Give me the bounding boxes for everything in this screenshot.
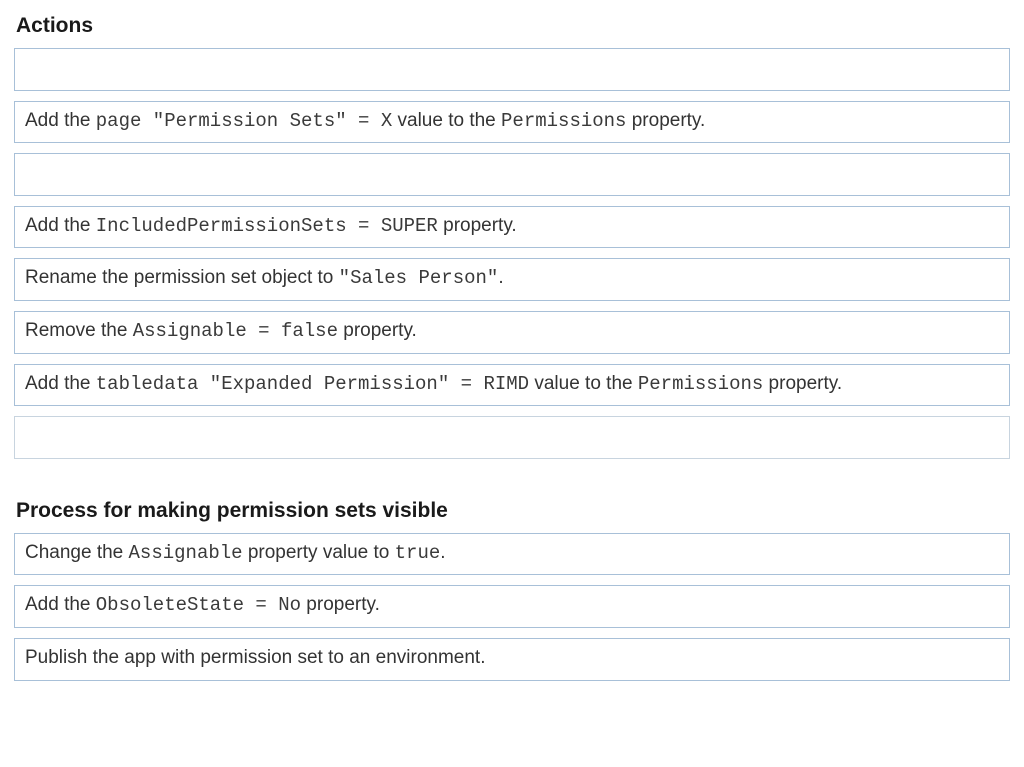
item-text: Add the tabledata "Expanded Permission" …: [25, 371, 842, 398]
item-text: Add the ObsoleteState = No property.: [25, 592, 380, 619]
process-item[interactable]: Publish the app with permission set to a…: [14, 638, 1010, 681]
actions-item[interactable]: Add the page "Permission Sets" = X value…: [14, 101, 1010, 144]
actions-heading: Actions: [16, 14, 1010, 38]
item-text: Publish the app with permission set to a…: [25, 645, 485, 672]
item-text: Rename the permission set object to "Sal…: [25, 265, 504, 292]
process-item[interactable]: Add the ObsoleteState = No property.: [14, 585, 1010, 628]
actions-item[interactable]: [14, 48, 1010, 91]
actions-item[interactable]: Add the IncludedPermissionSets = SUPER p…: [14, 206, 1010, 249]
actions-item[interactable]: [14, 153, 1010, 196]
actions-list: Add the page "Permission Sets" = X value…: [14, 48, 1010, 459]
process-heading: Process for making permission sets visib…: [16, 499, 1010, 523]
item-text: Add the IncludedPermissionSets = SUPER p…: [25, 213, 517, 240]
actions-item[interactable]: [14, 416, 1010, 459]
actions-item[interactable]: Remove the Assignable = false property.: [14, 311, 1010, 354]
item-text: Remove the Assignable = false property.: [25, 318, 417, 345]
section-gap: [14, 469, 1010, 499]
item-text: Change the Assignable property value to …: [25, 540, 446, 567]
actions-item[interactable]: Rename the permission set object to "Sal…: [14, 258, 1010, 301]
process-item[interactable]: Change the Assignable property value to …: [14, 533, 1010, 576]
process-list: Change the Assignable property value to …: [14, 533, 1010, 681]
item-text: Add the page "Permission Sets" = X value…: [25, 108, 705, 135]
actions-item[interactable]: Add the tabledata "Expanded Permission" …: [14, 364, 1010, 407]
